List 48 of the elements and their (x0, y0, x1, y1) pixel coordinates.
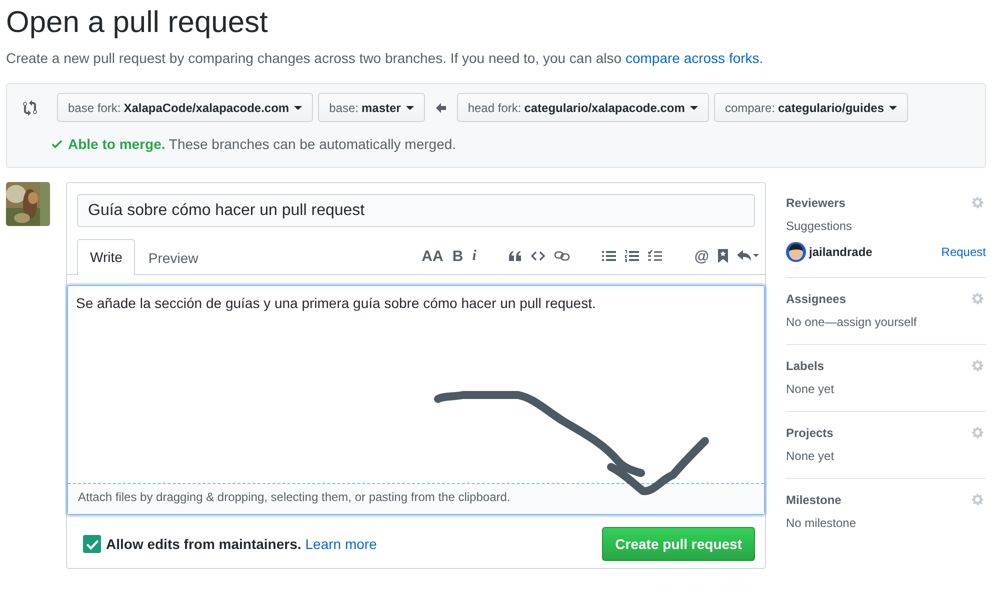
reviewer-name: jailandrade (809, 245, 872, 259)
sidebar-value: No milestone (786, 516, 858, 530)
compare-forks-link[interactable]: compare across forks. (625, 50, 764, 66)
sidebar-value: None yet (786, 382, 836, 396)
branch-select[interactable]: base: master (318, 93, 425, 122)
sidebar-value: None yet (786, 449, 836, 463)
italic-button[interactable]: i (472, 248, 476, 264)
learn-more-link[interactable]: Learn more (305, 536, 377, 552)
link-icon[interactable] (554, 250, 570, 262)
request-review-link[interactable]: Request (941, 245, 986, 259)
code-icon[interactable] (531, 250, 546, 262)
branch-select[interactable]: base fork: XalapaCode/xalapacode.com (57, 93, 314, 122)
text-size-button[interactable]: AA (422, 248, 444, 264)
comment-editor[interactable]: Se añade la sección de guías y una primera guía sobre cómo hacer un pull request. Attach files by dragging & dropping, selecting them, or pasting from the clipboard. (67, 285, 765, 515)
allow-edits-label: Allow edits from maintainers. (106, 536, 302, 552)
page-title: Open a pull request (6, 5, 269, 41)
page-subtitle: Create a new pull request by comparing changes across two branches. If you need to, you can also compare across forks. (6, 50, 764, 66)
sidebar-heading: Labels (786, 358, 824, 372)
checkbox[interactable] (83, 535, 101, 553)
title-field[interactable]: Guía sobre cómo hacer un pull request (77, 194, 755, 227)
branch-select[interactable]: compare: categulario/guides (714, 93, 908, 122)
bulleted-list-icon[interactable] (602, 250, 616, 262)
caret-icon (889, 106, 897, 110)
caret-icon (690, 106, 698, 110)
compare-icon (23, 100, 37, 116)
sidebar-heading: Reviewers (786, 196, 846, 210)
merge-status: Able to merge. These branches can be automatically merged. (68, 136, 456, 152)
editor-tab[interactable]: Preview (135, 240, 212, 275)
suggestions-label: Suggestions (786, 219, 854, 233)
task-list-icon[interactable] (648, 250, 662, 262)
sidebar-heading: Assignees (786, 292, 846, 306)
numbered-list-icon[interactable] (625, 250, 640, 262)
branch-select[interactable]: head fork: categulario/xalapacode.com (456, 93, 709, 122)
sidebar-value: No one—assign yourself (786, 315, 918, 329)
sidebar-heading: Milestone (786, 492, 842, 506)
arrow-left-icon (436, 102, 446, 112)
bookmark-icon[interactable] (718, 249, 728, 263)
mention-button[interactable]: @ (694, 248, 709, 264)
attach-files-hint[interactable]: Attach files by dragging & dropping, selecting them, or pasting from the clipboard. (68, 483, 764, 514)
avatar-icon (786, 242, 806, 262)
caret-icon (294, 106, 302, 110)
sidebar-heading: Projects (786, 426, 834, 440)
comment-text: Se añade la sección de guías y una primera guía sobre cómo hacer un pull request. (75, 294, 597, 313)
quote-icon[interactable] (508, 250, 522, 262)
reply-icon[interactable] (737, 250, 759, 262)
caret-icon (406, 106, 414, 110)
editor-tab[interactable]: Write (77, 239, 136, 275)
bold-button[interactable]: B (452, 248, 464, 264)
